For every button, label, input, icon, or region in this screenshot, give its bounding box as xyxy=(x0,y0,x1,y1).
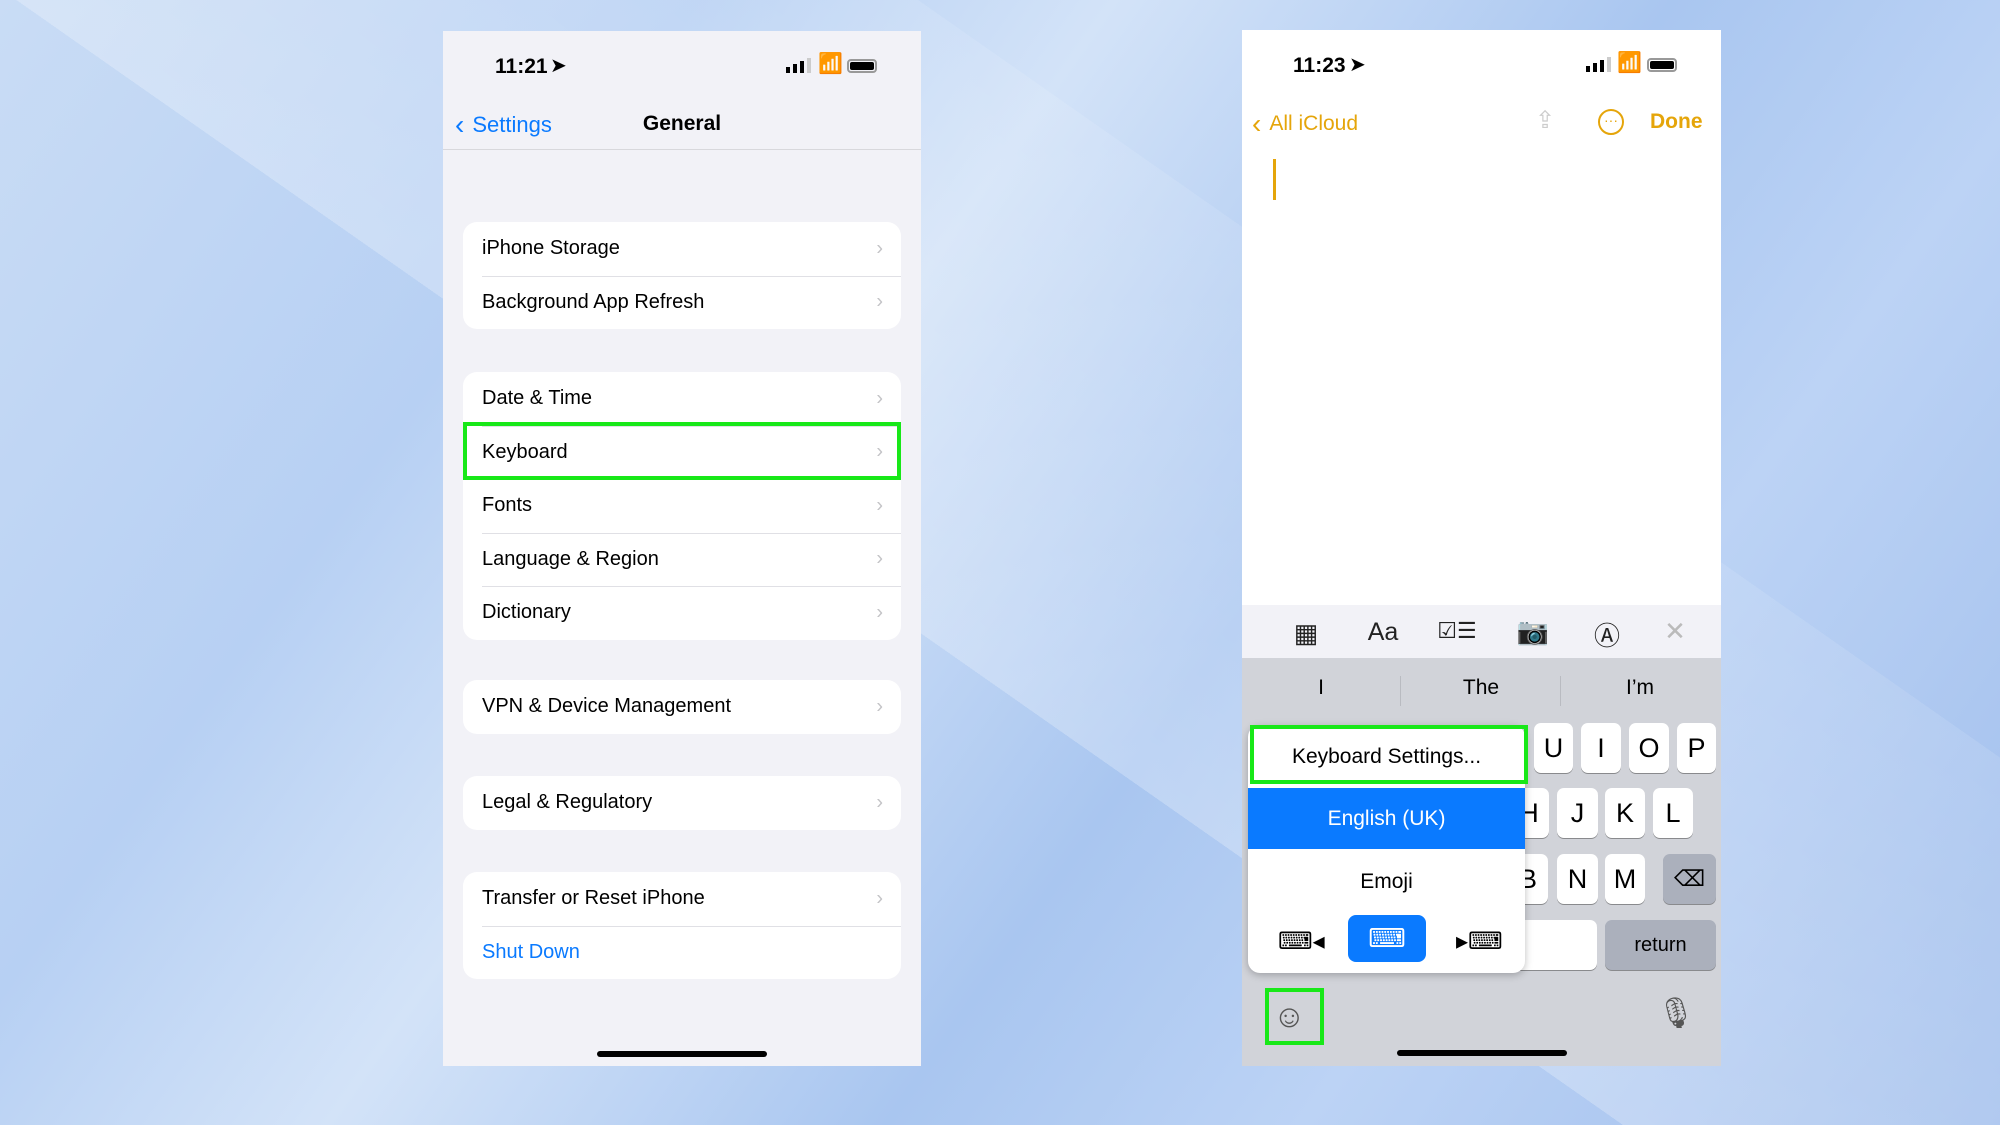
close-icon[interactable]: ✕ xyxy=(1664,616,1686,647)
keyboard-right-icon[interactable]: ▸⌨ xyxy=(1456,927,1503,956)
back-label: All iCloud xyxy=(1269,112,1359,135)
wifi-icon: 📶 xyxy=(1617,52,1642,74)
all-icloud-back-button[interactable]: ‹ All iCloud xyxy=(1252,108,1358,140)
camera-icon[interactable]: 📷 xyxy=(1517,616,1549,647)
row-vpn[interactable]: VPN & Device Management › xyxy=(463,680,901,734)
signal-icon xyxy=(1586,57,1611,72)
key-p[interactable]: P xyxy=(1677,723,1716,773)
signal-icon xyxy=(786,58,811,73)
key-l[interactable]: L xyxy=(1653,788,1693,838)
battery-icon xyxy=(847,59,877,73)
row-shut-down[interactable]: Shut Down xyxy=(463,925,901,980)
table-icon[interactable]: ▦ xyxy=(1294,618,1319,649)
return-key[interactable]: return xyxy=(1605,920,1716,970)
row-dictionary[interactable]: Dictionary › xyxy=(463,586,901,640)
checklist-icon[interactable]: ☑☰ xyxy=(1437,618,1476,644)
suggestion[interactable]: The xyxy=(1463,676,1499,700)
suggestion[interactable]: I’m xyxy=(1626,676,1654,700)
keyboard-highlight xyxy=(463,422,901,480)
group-reset: Transfer or Reset iPhone › Shut Down xyxy=(463,872,901,979)
delete-key[interactable]: ⌫ xyxy=(1663,854,1716,904)
share-icon[interactable]: ⇪ xyxy=(1535,106,1555,135)
key-n[interactable]: N xyxy=(1557,854,1598,904)
settings-general-screen: 11:21 ➤ 📶 ‹ Settings General CarPlay › iPh… xyxy=(443,31,921,1066)
microphone-icon[interactable]: 🎙 xyxy=(1657,996,1695,1031)
notes-screen: 11:23 ➤ 📶 ‹ All iCloud ⇪ ··· Done ▦ Aa ☑☰… xyxy=(1242,30,1721,1066)
row-fonts[interactable]: Fonts › xyxy=(463,479,901,533)
status-time: 11:23 xyxy=(1293,54,1346,77)
group-datetime: Date & Time › Keyboard › Fonts › Language &… xyxy=(463,372,901,640)
row-transfer-reset[interactable]: Transfer or Reset iPhone › xyxy=(463,872,901,926)
row-carplay[interactable]: CarPlay › xyxy=(463,149,901,179)
suggestion[interactable]: I xyxy=(1318,676,1324,700)
status-time: 11:21 xyxy=(495,55,548,78)
english-uk-item[interactable]: English (UK) xyxy=(1248,788,1525,849)
home-indicator xyxy=(597,1051,767,1057)
markup-icon[interactable]: Ⓐ xyxy=(1594,616,1620,653)
emoji-highlight xyxy=(1265,988,1324,1045)
location-icon: ➤ xyxy=(1349,54,1366,76)
key-o[interactable]: O xyxy=(1629,723,1669,773)
format-button[interactable]: Aa xyxy=(1368,618,1399,647)
key-j[interactable]: J xyxy=(1557,788,1598,838)
key-u[interactable]: U xyxy=(1534,723,1573,773)
home-indicator xyxy=(1397,1050,1567,1056)
text-cursor xyxy=(1273,159,1276,200)
row-background-app-refresh[interactable]: Background App Refresh › xyxy=(463,275,901,330)
row-legal[interactable]: Legal & Regulatory › xyxy=(463,776,901,830)
row-iphone-storage[interactable]: iPhone Storage › xyxy=(463,222,901,276)
group-storage: iPhone Storage › Background App Refresh › xyxy=(463,222,901,329)
row-language-region[interactable]: Language & Region › xyxy=(463,532,901,587)
more-icon[interactable]: ··· xyxy=(1598,109,1624,135)
wifi-icon: 📶 xyxy=(818,53,843,75)
done-button[interactable]: Done xyxy=(1650,110,1703,134)
key-k[interactable]: K xyxy=(1605,788,1645,838)
keyboard-full-icon[interactable]: ⌨ xyxy=(1348,915,1426,962)
keyboard-left-icon[interactable]: ⌨◂ xyxy=(1278,927,1325,956)
location-icon: ➤ xyxy=(550,55,567,77)
keyboard-settings-highlight xyxy=(1250,725,1528,784)
chevron-right-icon: › xyxy=(876,290,883,313)
battery-icon xyxy=(1647,58,1677,72)
group-vpn: VPN & Device Management › xyxy=(463,680,901,734)
key-m[interactable]: M xyxy=(1605,854,1645,904)
emoji-item[interactable]: Emoji xyxy=(1248,849,1525,915)
group-legal: Legal & Regulatory › xyxy=(463,776,901,830)
chevron-right-icon: › xyxy=(876,237,883,260)
page-title: General xyxy=(642,112,722,135)
chevron-left-icon: ‹ xyxy=(1252,108,1262,139)
row-date-time[interactable]: Date & Time › xyxy=(463,372,901,426)
key-i[interactable]: I xyxy=(1581,723,1621,773)
